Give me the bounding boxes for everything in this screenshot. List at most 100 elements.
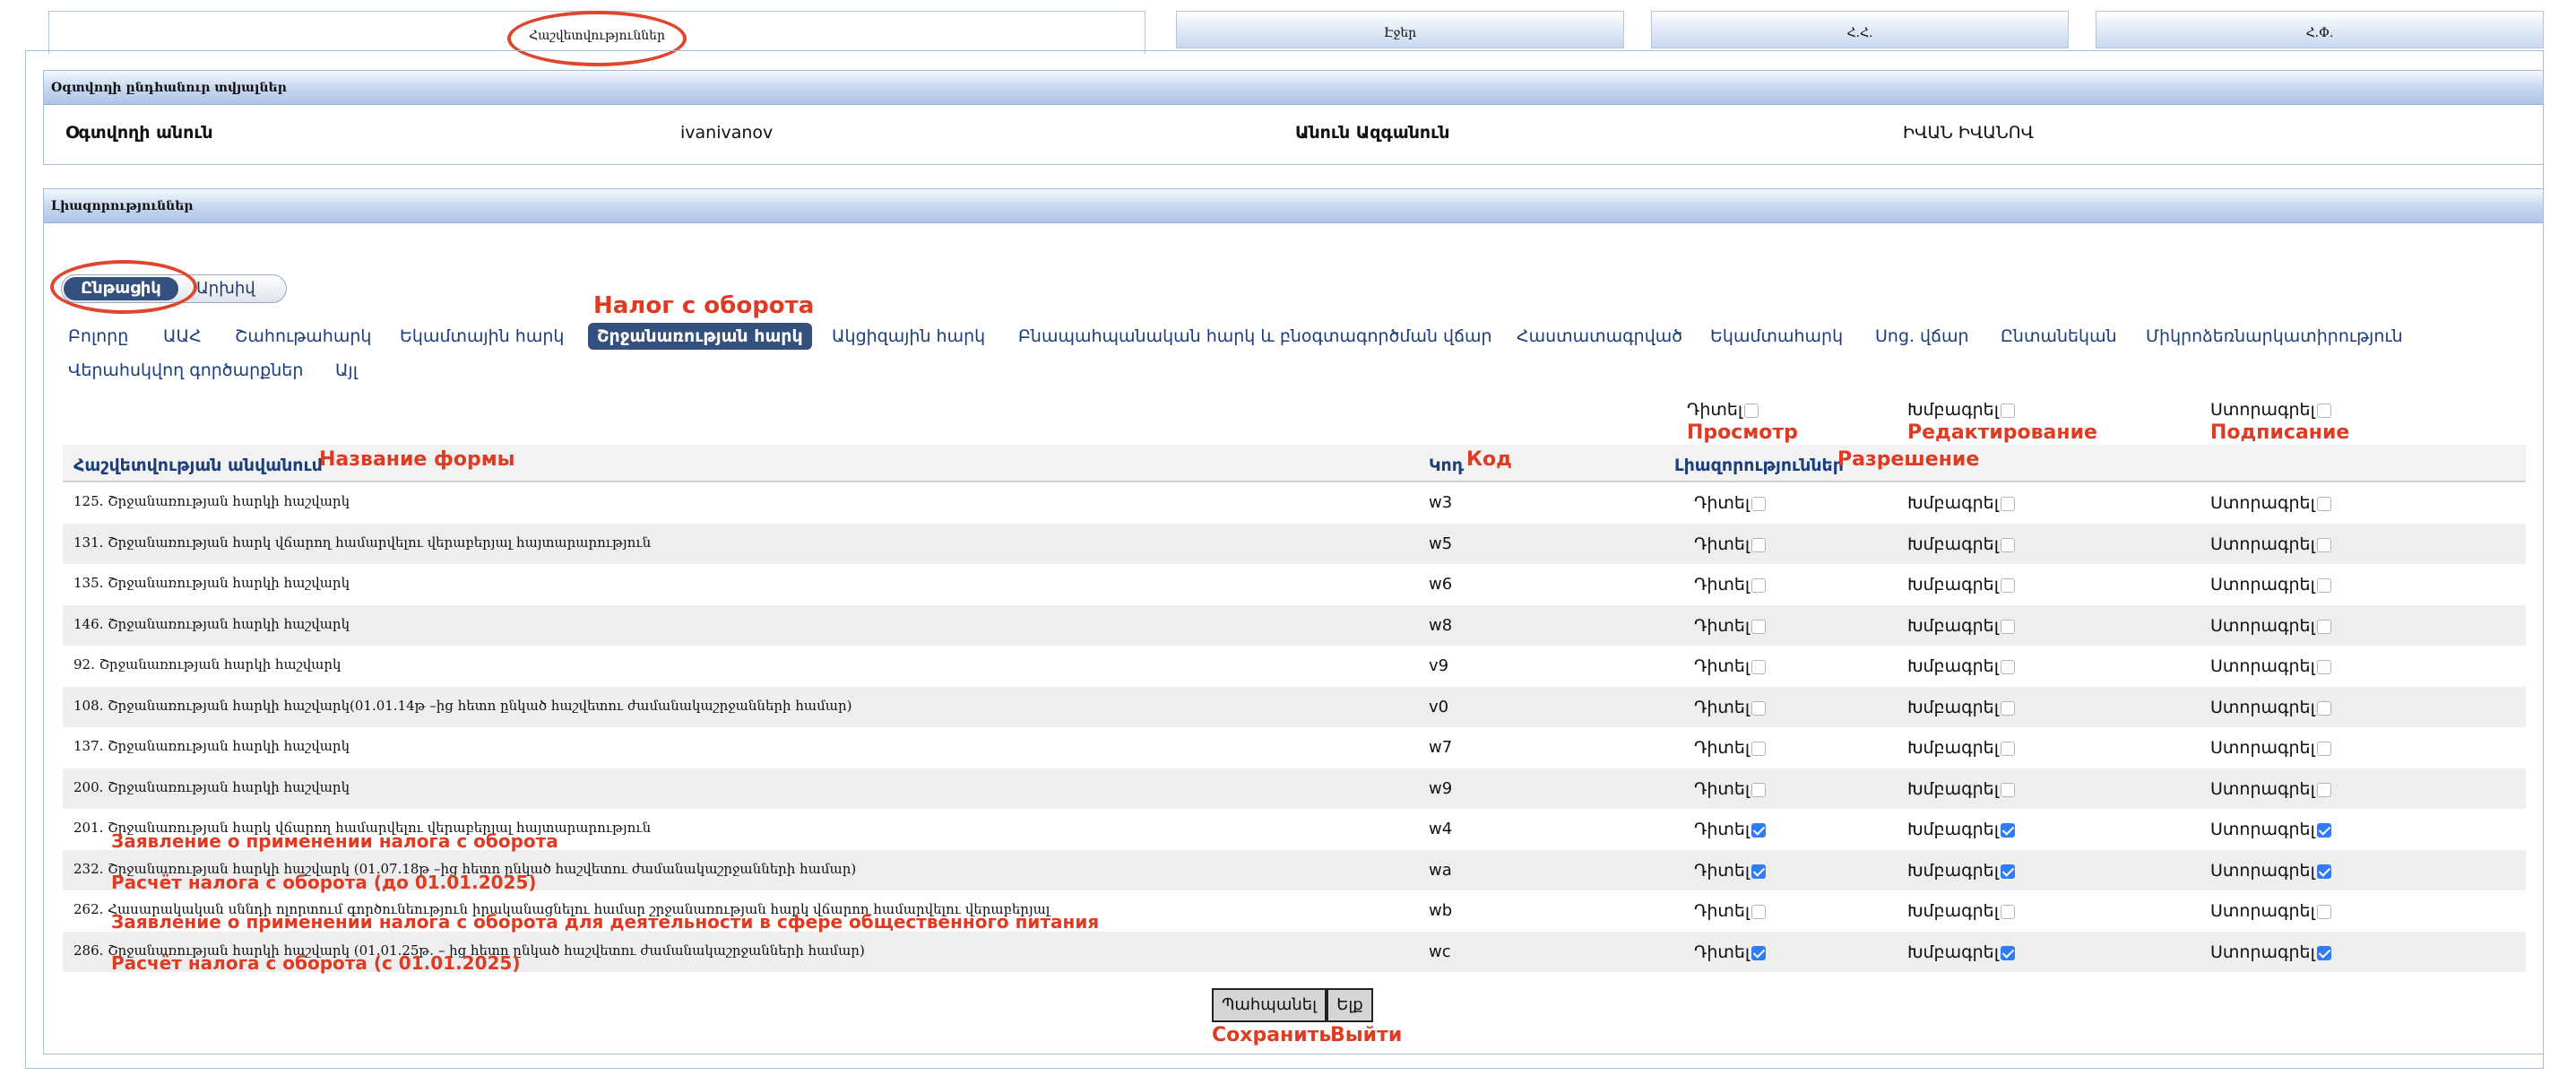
tax-link-vat[interactable]: ԱԱՀ [163, 323, 202, 350]
row-view-checkbox[interactable] [1751, 823, 1767, 838]
bulk-view-checkbox[interactable] [1744, 404, 1759, 418]
row-edit-permission[interactable]: Խմբագրել [1907, 820, 2015, 839]
row-view-permission[interactable]: Դիտել [1694, 820, 1767, 839]
row-view-checkbox[interactable] [1751, 905, 1767, 919]
toggle-archive[interactable]: Արխիվ [196, 277, 255, 300]
row-view-checkbox[interactable] [1751, 946, 1767, 960]
row-sign-checkbox[interactable] [2316, 620, 2331, 634]
row-view-checkbox[interactable] [1751, 742, 1767, 756]
row-edit-checkbox[interactable] [2000, 742, 2015, 756]
row-view-permission[interactable]: Դիտել [1694, 698, 1767, 717]
row-sign-permission[interactable]: Ստորագրել [2210, 493, 2331, 513]
row-view-checkbox[interactable] [1751, 578, 1767, 593]
tax-link-controlled[interactable]: Վերահսկվող գործարքներ [68, 357, 303, 384]
row-sign-checkbox[interactable] [2316, 497, 2331, 511]
row-sign-permission[interactable]: Ստորագրել [2210, 820, 2331, 839]
table-row: 108. Շրջանառության հարկի հաշվարկ(01.01.1… [63, 687, 2526, 727]
row-sign-checkbox[interactable] [2316, 905, 2331, 919]
row-view-permission[interactable]: Դիտել [1694, 656, 1767, 676]
row-sign-permission[interactable]: Ստորագրել [2210, 901, 2331, 921]
row-edit-permission[interactable]: Խմբագրել [1907, 493, 2015, 513]
tax-link-income[interactable]: Եկամտային հարկ [400, 323, 564, 350]
row-sign-permission[interactable]: Ստորագրել [2210, 656, 2331, 676]
row-view-checkbox[interactable] [1751, 864, 1767, 879]
save-button[interactable]: Պահպանել [1212, 988, 1327, 1022]
row-edit-checkbox[interactable] [2000, 538, 2015, 552]
row-sign-permission[interactable]: Ստորագրել [2210, 575, 2331, 595]
bulk-sign-checkbox[interactable] [2316, 404, 2331, 418]
row-view-permission[interactable]: Դիտել [1694, 901, 1767, 921]
row-sign-checkbox[interactable] [2316, 701, 2331, 716]
row-edit-checkbox[interactable] [2000, 946, 2015, 960]
row-edit-permission[interactable]: Խմբագրել [1907, 575, 2015, 595]
row-sign-permission[interactable]: Ստորագրել [2210, 616, 2331, 636]
row-view-checkbox[interactable] [1751, 497, 1767, 511]
row-view-permission[interactable]: Դիտել [1694, 779, 1767, 799]
row-edit-permission[interactable]: Խմբագրել [1907, 901, 2015, 921]
bulk-view[interactable]: Դիտել [1687, 400, 1759, 420]
row-view-permission[interactable]: Դիտել [1694, 493, 1767, 513]
tab-pages[interactable]: Էջեր [1176, 11, 1624, 48]
row-edit-permission[interactable]: Խմբագրել [1907, 779, 2015, 799]
row-sign-permission[interactable]: Ստորագրել [2210, 738, 2331, 758]
row-view-checkbox[interactable] [1751, 538, 1767, 552]
row-edit-permission[interactable]: Խմբագրել [1907, 942, 2015, 962]
row-edit-checkbox[interactable] [2000, 864, 2015, 879]
row-view-permission[interactable]: Դիտել [1694, 616, 1767, 636]
row-edit-checkbox[interactable] [2000, 905, 2015, 919]
tax-link-fixed[interactable]: Հաստատագրված [1517, 323, 1682, 350]
row-sign-permission[interactable]: Ստորագրել [2210, 861, 2331, 881]
row-sign-checkbox[interactable] [2316, 578, 2331, 593]
row-sign-permission[interactable]: Ստորագրել [2210, 942, 2331, 962]
row-view-checkbox[interactable] [1751, 701, 1767, 716]
tax-link-micro[interactable]: Միկրոձեռնարկատիրություն [2146, 323, 2403, 350]
row-sign-checkbox[interactable] [2316, 864, 2331, 879]
row-edit-permission[interactable]: Խմբագրել [1907, 616, 2015, 636]
row-sign-checkbox[interactable] [2316, 783, 2331, 797]
row-view-permission[interactable]: Դիտել [1694, 738, 1767, 758]
row-edit-permission[interactable]: Խմբագրել [1907, 738, 2015, 758]
row-sign-checkbox[interactable] [2316, 538, 2331, 552]
tax-link-profit[interactable]: Շահութահարկ [235, 323, 371, 350]
row-sign-checkbox[interactable] [2316, 946, 2331, 960]
tax-link-environment[interactable]: Բնապահպանական հարկ և բնօգտագործման վճար [1018, 323, 1492, 350]
row-sign-checkbox[interactable] [2316, 742, 2331, 756]
bulk-edit[interactable]: Խմբագրել [1907, 400, 2015, 420]
row-edit-checkbox[interactable] [2000, 783, 2015, 797]
tab-hp[interactable]: Հ.Փ. [2096, 11, 2544, 48]
row-view-checkbox[interactable] [1751, 660, 1767, 674]
row-edit-checkbox[interactable] [2000, 701, 2015, 716]
row-view-permission[interactable]: Դիտել [1694, 575, 1767, 595]
tax-link-all[interactable]: Բոլորը [68, 323, 128, 350]
row-view-permission[interactable]: Դիտել [1694, 942, 1767, 962]
row-view-permission[interactable]: Դիտել [1694, 861, 1767, 881]
row-view-permission[interactable]: Դիտել [1694, 534, 1767, 554]
tax-link-income-tax[interactable]: Եկամտահարկ [1710, 323, 1843, 350]
bulk-sign[interactable]: Ստորագրել [2210, 400, 2331, 420]
tax-link-family[interactable]: Ընտանեկան [2001, 323, 2117, 350]
tax-link-excise[interactable]: Ակցիզային հարկ [832, 323, 985, 350]
row-edit-checkbox[interactable] [2000, 497, 2015, 511]
exit-button[interactable]: Ելք [1327, 988, 1373, 1022]
row-sign-permission[interactable]: Ստորագրել [2210, 534, 2331, 554]
row-sign-permission[interactable]: Ստորագրել [2210, 779, 2331, 799]
tax-link-turnover[interactable]: Շրջանառության հարկ [588, 323, 812, 350]
tax-link-other[interactable]: Այլ [335, 357, 358, 384]
row-view-checkbox[interactable] [1751, 620, 1767, 634]
row-sign-checkbox[interactable] [2316, 660, 2331, 674]
row-view-checkbox[interactable] [1751, 783, 1767, 797]
row-sign-permission[interactable]: Ստորագրել [2210, 698, 2331, 717]
row-edit-checkbox[interactable] [2000, 578, 2015, 593]
report-code: v9 [1429, 656, 1449, 675]
row-edit-checkbox[interactable] [2000, 620, 2015, 634]
bulk-edit-checkbox[interactable] [2000, 404, 2015, 418]
tax-link-social[interactable]: Սոց. վճար [1875, 323, 1969, 350]
row-edit-permission[interactable]: Խմբագրել [1907, 698, 2015, 717]
row-edit-checkbox[interactable] [2000, 660, 2015, 674]
row-sign-checkbox[interactable] [2316, 823, 2331, 838]
row-edit-permission[interactable]: Խմբագրել [1907, 861, 2015, 881]
row-edit-permission[interactable]: Խմբագրել [1907, 656, 2015, 676]
tab-hh[interactable]: Հ.Հ. [1651, 11, 2069, 48]
row-edit-checkbox[interactable] [2000, 823, 2015, 838]
row-edit-permission[interactable]: Խմբագրել [1907, 534, 2015, 554]
